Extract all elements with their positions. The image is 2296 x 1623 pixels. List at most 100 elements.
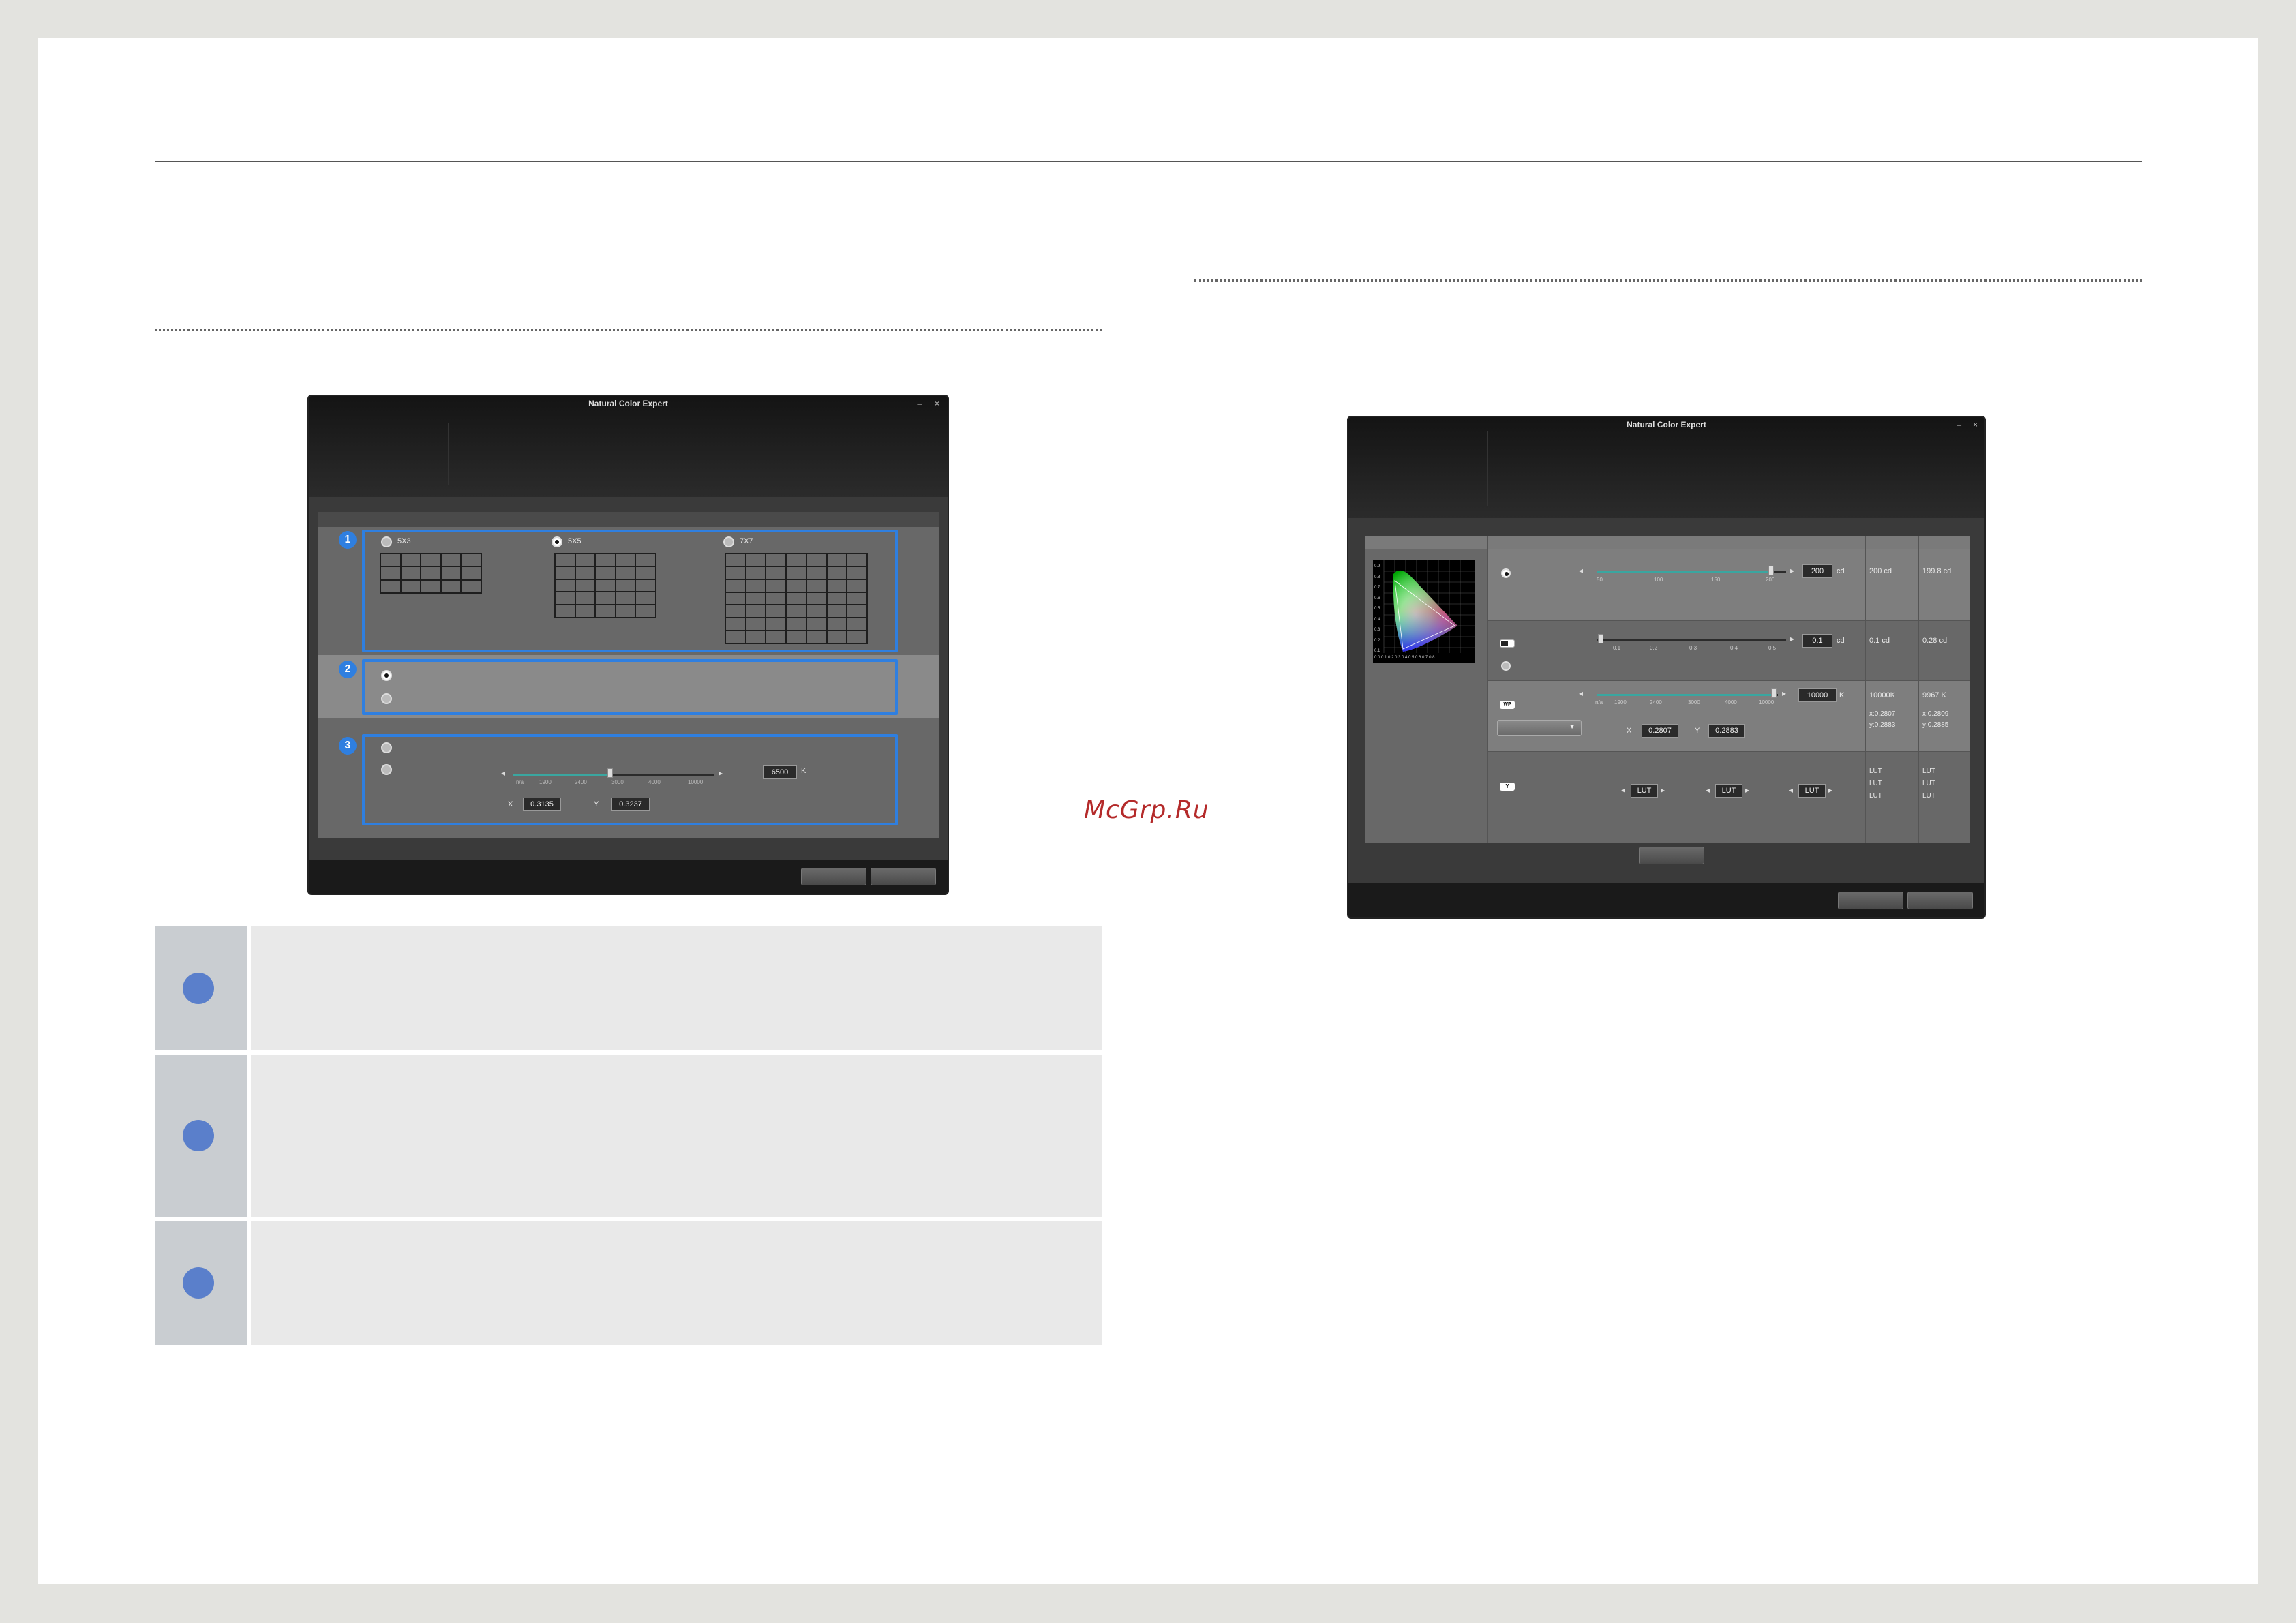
white-point-slider-thumb[interactable] [1771, 688, 1777, 698]
black-level-slider-track[interactable] [1597, 639, 1786, 641]
close-button[interactable]: × [1973, 420, 1978, 429]
gamma-icon: Y [1500, 783, 1515, 791]
gamma-measured-1: LUT [1922, 768, 1935, 775]
lut2-right-arrow[interactable]: ▸ [1745, 785, 1749, 795]
white-point-value-field[interactable]: 10000 [1798, 688, 1837, 702]
radio-5x5[interactable] [552, 536, 562, 547]
y-coord-label: Y [594, 800, 599, 808]
tick-label: 3000 [1688, 699, 1700, 706]
radio-section3-option-1[interactable] [381, 742, 392, 753]
radio-7x7[interactable] [723, 536, 734, 547]
black-level-radio[interactable] [1501, 661, 1511, 671]
black-level-measured: 0.28 cd [1922, 637, 1948, 645]
luminance-slider-thumb[interactable] [1768, 566, 1774, 575]
natural-color-expert-window-right: Natural Color Expert – × 0.9 0.8 0.7 0.6… [1347, 416, 1986, 919]
row-band-white [1487, 680, 1970, 751]
label-5x5: 5X5 [568, 537, 581, 545]
row-divider [1487, 680, 1970, 681]
tick-label: 10000 [688, 779, 704, 785]
luminance-slider-fill [1597, 571, 1771, 573]
y-coord-field[interactable]: 0.3237 [611, 798, 650, 811]
cie-y-axis-labels: 0.9 0.8 0.7 0.6 0.5 0.4 0.3 0.2 0.1 [1374, 564, 1380, 653]
row-description-cell [251, 1221, 1102, 1345]
tick-label: 150 [1711, 577, 1721, 583]
black-level-right-arrow[interactable]: ▸ [1790, 634, 1794, 643]
grid-preview-5x3 [380, 553, 482, 594]
footer-button-1[interactable] [1838, 892, 1903, 909]
cie-x-axis-labels: 0.0 0.1 0.2 0.3 0.4 0.5 0.6 0.7 0.8 [1374, 656, 1435, 660]
luminance-right-arrow[interactable]: ▸ [1790, 566, 1794, 575]
table-row [155, 1221, 1102, 1345]
lut3-left-arrow[interactable]: ◂ [1789, 785, 1793, 795]
tick-label: 3000 [611, 779, 624, 785]
tick-label: 0.1 [1613, 645, 1621, 651]
window-header: Natural Color Expert – × [1348, 417, 1984, 518]
tick-label: n/a [1595, 699, 1603, 706]
white-point-target-y: y:0.2883 [1869, 721, 1896, 729]
minimize-button[interactable]: – [1957, 420, 1961, 429]
white-point-slider-fill [1597, 694, 1774, 696]
tick-label: 4000 [648, 779, 661, 785]
window-footer [1348, 883, 1984, 917]
luminance-measured: 199.8 cd [1922, 567, 1952, 575]
grid-preview-7x7 [725, 553, 868, 644]
black-level-slider-thumb[interactable] [1598, 634, 1603, 643]
row-number-cell [155, 1055, 247, 1217]
header-divider [448, 423, 449, 485]
black-level-value-field[interactable]: 0.1 [1802, 634, 1832, 648]
step-badge-1: 1 [339, 531, 357, 549]
x-coord-field[interactable]: 0.3135 [523, 798, 561, 811]
row-description-cell [251, 926, 1102, 1050]
white-x-field[interactable]: 0.2807 [1642, 724, 1678, 738]
luminance-left-arrow[interactable]: ◂ [1579, 566, 1583, 575]
radio-5x3[interactable] [381, 536, 392, 547]
measure-button[interactable] [1639, 847, 1704, 864]
top-rule [155, 161, 2142, 162]
lut1-left-arrow[interactable]: ◂ [1621, 785, 1625, 795]
minimize-button[interactable]: – [917, 399, 922, 408]
calibration-panel: 0.9 0.8 0.7 0.6 0.5 0.4 0.3 0.2 0.1 0.0 … [1365, 536, 1970, 843]
col-divider [1918, 536, 1919, 843]
window-footer [309, 860, 948, 894]
white-point-right-arrow[interactable]: ▸ [1782, 688, 1786, 698]
cie-diagram-svg [1383, 560, 1475, 653]
footer-button-1[interactable] [801, 868, 866, 885]
white-point-left-arrow[interactable]: ◂ [1579, 688, 1583, 698]
window-title: Natural Color Expert [1627, 420, 1706, 429]
table-row [155, 926, 1102, 1050]
white-point-preset-dropdown[interactable]: ▼ [1497, 720, 1582, 736]
slider-right-arrow[interactable]: ▸ [719, 768, 723, 778]
radio-section2-option-1[interactable] [381, 670, 392, 681]
close-button[interactable]: × [935, 399, 939, 408]
lut-button-2[interactable]: LUT [1715, 784, 1742, 798]
luminance-value-field[interactable]: 200 [1802, 564, 1832, 578]
kelvin-unit: K [801, 767, 806, 775]
white-y-field[interactable]: 0.2883 [1708, 724, 1745, 738]
footer-button-2[interactable] [871, 868, 936, 885]
slider-left-arrow[interactable]: ◂ [501, 768, 505, 778]
tick-label: 100 [1654, 577, 1663, 583]
label-7x7: 7X7 [740, 537, 753, 545]
luminance-target: 200 cd [1869, 567, 1892, 575]
white-point-measured: 9967 K [1922, 691, 1946, 699]
lut1-right-arrow[interactable]: ▸ [1661, 785, 1665, 795]
lut-button-3[interactable]: LUT [1798, 784, 1826, 798]
gamma-target-3: LUT [1869, 792, 1882, 800]
lut2-left-arrow[interactable]: ◂ [1706, 785, 1710, 795]
step-badge-2: 2 [339, 661, 357, 678]
white-point-measured-y: y:0.2885 [1922, 721, 1949, 729]
lut-button-1[interactable]: LUT [1631, 784, 1658, 798]
col-divider [1865, 536, 1866, 843]
radio-section3-option-2[interactable] [381, 764, 392, 775]
kelvin-value-field[interactable]: 6500 [763, 765, 797, 779]
lut3-right-arrow[interactable]: ▸ [1828, 785, 1832, 795]
color-temp-slider-thumb[interactable] [607, 768, 613, 778]
footer-button-2[interactable] [1907, 892, 1973, 909]
tick-label: 200 [1766, 577, 1775, 583]
tick-label: 0.4 [1730, 645, 1738, 651]
gamma-measured-3: LUT [1922, 792, 1935, 800]
tick-label: 2400 [1650, 699, 1662, 706]
watermark: McGrp.Ru [1084, 796, 1209, 824]
radio-section2-option-2[interactable] [381, 693, 392, 704]
tick-label: 1900 [1614, 699, 1627, 706]
